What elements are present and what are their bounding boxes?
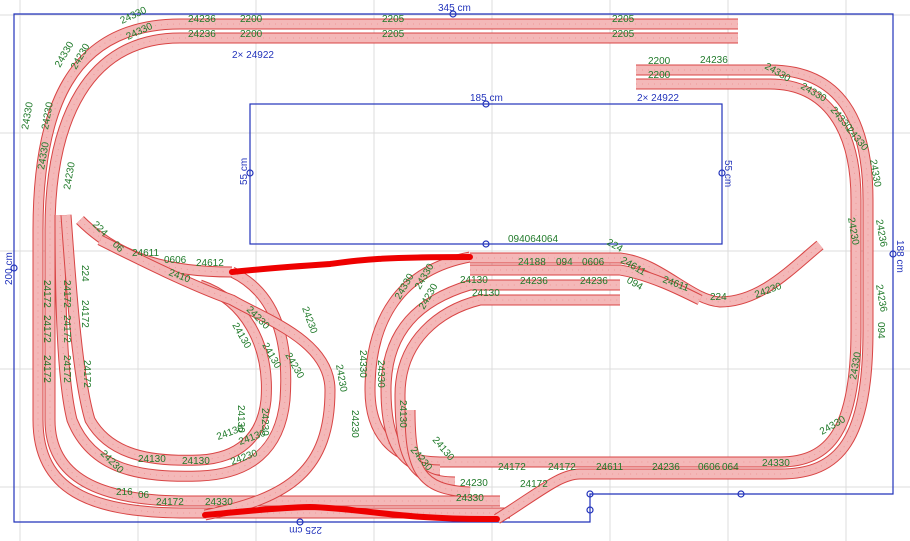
track-label: 24172 — [81, 360, 92, 388]
track-label: 24172 — [61, 315, 72, 343]
track-layer — [32, 18, 874, 524]
track-label: 094 — [875, 322, 886, 339]
track-label: 094064064 — [508, 234, 558, 245]
track-label: 0606 — [698, 462, 721, 473]
track-label: 24172 — [548, 462, 576, 473]
track-label: 0606 — [582, 257, 605, 268]
track-label: 216 — [116, 487, 133, 498]
track-label: 24330 — [762, 458, 790, 469]
track-label: 24172 — [498, 462, 526, 473]
track-label: 24330 — [375, 360, 386, 388]
track-label: 24330 — [20, 101, 36, 131]
track-label: 2205 — [612, 29, 635, 40]
track-label: 06 — [138, 490, 150, 501]
track-label: 24188 — [518, 257, 546, 268]
track-label: 24611 — [132, 248, 160, 259]
track-label: 24172 — [41, 355, 52, 383]
dim-outer-width: 345 cm — [438, 3, 471, 14]
track-label: 2200 — [240, 29, 263, 40]
track-label: 24172 — [41, 315, 52, 343]
track-label: 24230 — [62, 161, 78, 191]
track-label: 224 — [605, 237, 625, 255]
track-label: 24130 — [397, 400, 408, 428]
track-label: 0606 — [164, 255, 187, 266]
track-label: 24611 — [596, 462, 624, 473]
track-label: 24172 — [79, 300, 90, 328]
track-label: 24172 — [156, 497, 184, 508]
double-count-top-left: 2× 24922 — [232, 50, 274, 61]
track-label: 2205 — [382, 14, 405, 25]
track-label: 224 — [79, 265, 90, 282]
track-label: 24130 — [472, 288, 500, 299]
track-label: 24172 — [41, 280, 52, 308]
dim-inner-height-right: 55 cm — [722, 160, 733, 187]
track-bed — [381, 280, 620, 475]
track-label: 064 — [722, 462, 739, 473]
track-label: 24130 — [182, 456, 210, 467]
track-label: 24330 — [456, 493, 484, 504]
track-label: 2205 — [382, 29, 405, 40]
track-plan-canvas: 345 cm 200 cm 188 cm 225 cm 185 cm 55 cm… — [0, 0, 910, 541]
track-label: 24230 — [460, 478, 488, 489]
track-label: 24236 — [580, 276, 608, 287]
track-label: 24236 — [873, 219, 889, 249]
track-label: 24236 — [652, 462, 680, 473]
track-label: 24330 — [357, 350, 368, 378]
track-label: 24230 — [349, 410, 360, 438]
inner-cutout — [249, 103, 723, 245]
track-label: 24172 — [61, 280, 72, 308]
track-label: 24130 — [138, 454, 166, 465]
track-label: 24172 — [520, 479, 548, 490]
track-label: 24130 — [460, 275, 488, 286]
dim-bottom-width: 225 cm — [289, 524, 322, 535]
dim-right-height: 188 cm — [894, 240, 905, 273]
track-label: 094 — [556, 257, 573, 268]
double-count-top-right: 2× 24922 — [637, 93, 679, 104]
dim-inner-height-left: 55 cm — [239, 158, 250, 185]
track-label: 24330 — [205, 497, 233, 508]
track-label: 24236 — [873, 284, 889, 314]
track-label: 24236 — [188, 14, 216, 25]
track-label: 2205 — [612, 14, 635, 25]
track-bed — [395, 295, 620, 487]
track-label: 24236 — [520, 276, 548, 287]
track-label: 24236 — [188, 29, 216, 40]
track-label: 2200 — [648, 56, 671, 67]
track-label: 24230 — [299, 305, 319, 335]
track-label: 24612 — [196, 258, 224, 269]
track-label: 24236 — [700, 55, 728, 66]
track-label: 224 — [710, 292, 727, 303]
track-label: 2200 — [648, 70, 671, 81]
dim-inner-width: 185 cm — [470, 93, 503, 104]
track-label: 24172 — [61, 355, 72, 383]
dim-outer-height: 200 cm — [4, 252, 15, 285]
track-label: 2200 — [240, 14, 263, 25]
